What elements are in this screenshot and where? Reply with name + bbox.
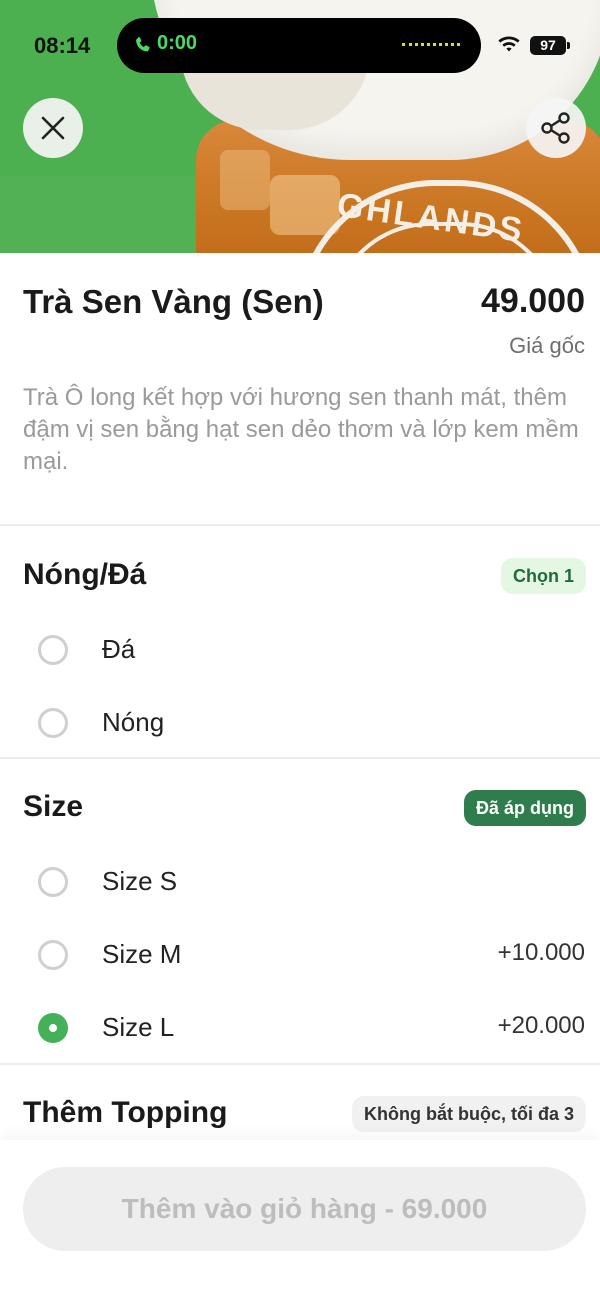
audio-indicator [402, 43, 460, 47]
option-row-size-s[interactable]: Size S [0, 858, 600, 906]
share-button[interactable] [526, 98, 586, 158]
product-description: Trà Ô long kết hợp với hương sen thanh m… [23, 384, 579, 475]
option-row-size-l[interactable]: Size L +20.000 [0, 1004, 600, 1052]
option-label: Size M [102, 939, 182, 969]
optional-badge: Không bắt buộc, tối đa 3 [352, 1096, 586, 1132]
close-icon [41, 116, 65, 140]
section-title-temperature: Nóng/Đá [23, 558, 147, 591]
option-row-da[interactable]: Đá [0, 626, 600, 674]
radio-button[interactable] [38, 708, 68, 738]
divider [0, 757, 600, 759]
option-row-nong[interactable]: Nóng [0, 699, 600, 747]
option-price: +10.000 [497, 939, 585, 966]
required-badge: Chọn 1 [501, 558, 586, 594]
call-duration: 0:00 [157, 32, 198, 54]
section-title-size: Size [23, 790, 84, 823]
option-price: +20.000 [497, 1012, 585, 1039]
price-note: Giá gốc [509, 333, 585, 358]
option-label: Nóng [102, 707, 165, 737]
divider [0, 524, 600, 526]
option-label: Size L [102, 1012, 175, 1042]
divider [0, 1063, 600, 1065]
option-label: Đá [102, 634, 136, 664]
radio-button-selected[interactable] [38, 1013, 68, 1043]
option-label: Size S [102, 866, 178, 896]
product-price: 49.000 [481, 282, 585, 320]
applied-badge: Đã áp dụng [464, 790, 586, 826]
radio-button[interactable] [38, 940, 68, 970]
radio-button[interactable] [38, 867, 68, 897]
add-to-cart-button[interactable]: Thêm vào giỏ hàng - 69.000 [23, 1167, 586, 1251]
battery-indicator: 97 [530, 36, 566, 55]
radio-button[interactable] [38, 635, 68, 665]
share-icon [541, 112, 570, 144]
close-button[interactable] [23, 98, 83, 158]
phone-icon [136, 36, 150, 52]
wifi-icon [498, 36, 520, 52]
dynamic-island[interactable]: 0:00 [117, 18, 481, 73]
section-title-topping: Thêm Topping [23, 1096, 228, 1129]
product-title: Trà Sen Vàng (Sen) [23, 283, 324, 320]
status-time: 08:14 [34, 33, 91, 58]
option-row-size-m[interactable]: Size M +10.000 [0, 931, 600, 979]
